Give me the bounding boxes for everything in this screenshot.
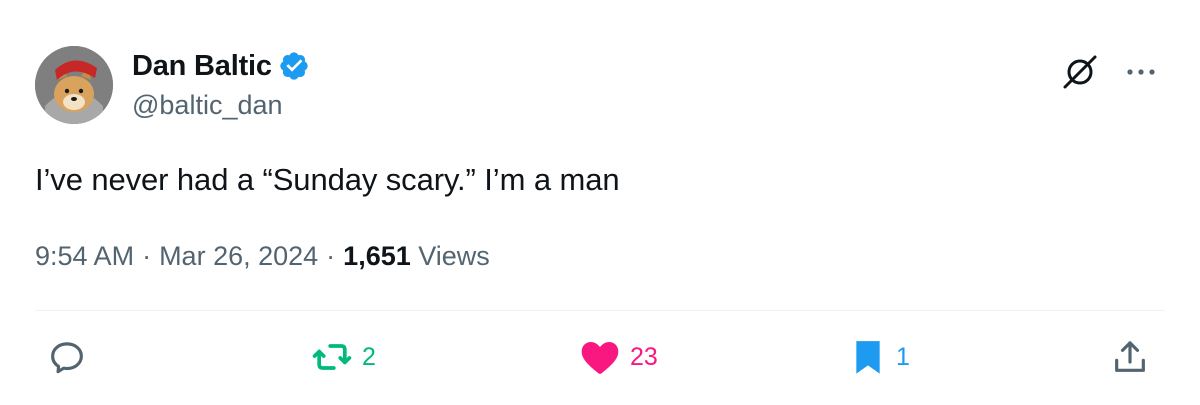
grok-icon[interactable]	[1060, 52, 1100, 92]
tweet-card: Dan Baltic @baltic_dan I’ve never had a …	[0, 0, 1200, 405]
retweet-count: 2	[362, 343, 376, 371]
meta-separator: ·	[326, 241, 336, 271]
avatar[interactable]	[35, 46, 113, 124]
verified-badge-icon	[280, 52, 308, 80]
share-button[interactable]	[1110, 335, 1150, 379]
share-icon	[1115, 341, 1145, 372]
more-icon[interactable]	[1126, 66, 1160, 78]
author-handle[interactable]: @baltic_dan	[132, 88, 283, 122]
top-right-icons	[1060, 52, 1160, 92]
doge-avatar-icon	[35, 46, 113, 124]
retweet-icon	[312, 344, 352, 370]
tweet-meta: 9:54 AM · Mar 26, 2024 · 1,651 Views	[35, 239, 490, 273]
views-label: Views	[418, 241, 490, 271]
heart-icon	[581, 341, 619, 374]
action-bar: 2 23 1	[0, 335, 1200, 379]
retweet-button[interactable]: 2	[310, 335, 376, 379]
bookmark-count: 1	[896, 343, 910, 371]
views-count: 1,651	[343, 241, 411, 271]
divider	[35, 310, 1165, 311]
meta-separator: ·	[142, 241, 152, 271]
like-button[interactable]: 23	[578, 335, 658, 379]
tweet-date[interactable]: Mar 26, 2024	[159, 241, 318, 271]
author-name-row: Dan Baltic	[132, 48, 310, 84]
tweet-text: I’ve never had a “Sunday scary.” I’m a m…	[35, 162, 620, 197]
bookmark-icon	[856, 341, 880, 374]
like-count: 23	[630, 343, 658, 371]
bookmark-button[interactable]: 1	[848, 335, 910, 379]
author-name[interactable]: Dan Baltic	[132, 48, 272, 84]
reply-icon	[51, 342, 83, 374]
reply-button[interactable]	[46, 335, 88, 379]
tweet-time[interactable]: 9:54 AM	[35, 241, 134, 271]
